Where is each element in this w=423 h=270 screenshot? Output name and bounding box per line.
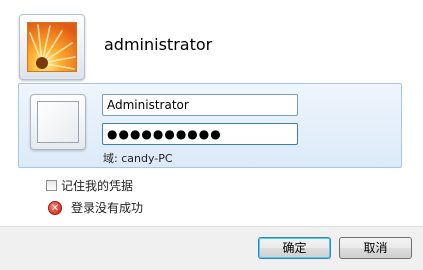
error-icon: ✕ <box>48 200 62 215</box>
remember-credentials-label: 记住我的凭据 <box>61 179 134 193</box>
cancel-button[interactable]: 取消 <box>339 237 412 259</box>
dialog-button-bar: 确定 取消 <box>0 226 423 270</box>
checkbox-box[interactable] <box>46 180 57 191</box>
account-tile-avatar[interactable] <box>19 14 85 80</box>
ok-button[interactable]: 确定 <box>258 237 331 259</box>
credential-dialog: administrator 域: candy-PC 记住我的凭据 ✕ 登录没有成… <box>0 0 423 226</box>
generic-user-icon <box>30 94 86 150</box>
remember-credentials-checkbox[interactable]: 记住我的凭据 <box>46 177 133 194</box>
username-input[interactable] <box>102 94 298 116</box>
login-error-text: 登录没有成功 <box>71 201 144 215</box>
login-error-message: ✕ 登录没有成功 <box>48 199 143 216</box>
password-input[interactable] <box>102 123 298 145</box>
user-picture-icon <box>27 22 77 72</box>
selected-credential-tile[interactable]: 域: candy-PC <box>18 83 402 168</box>
domain-label: 域: candy-PC <box>103 152 173 165</box>
account-name: administrator <box>104 35 213 54</box>
